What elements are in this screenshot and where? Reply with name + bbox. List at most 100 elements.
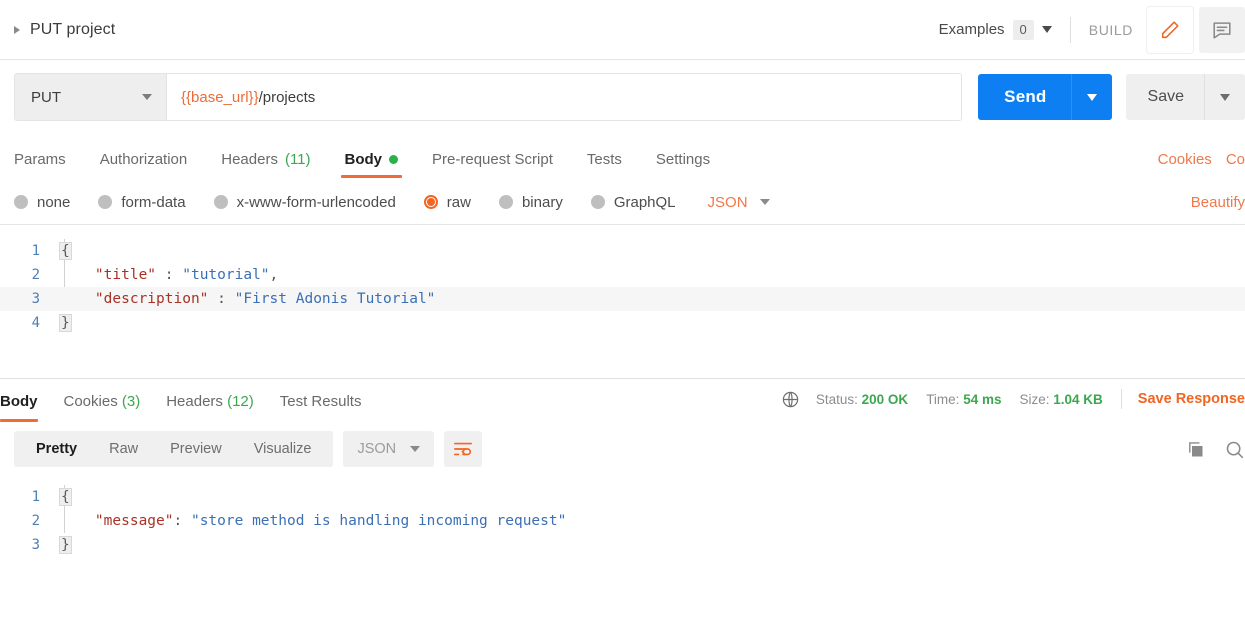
code-line: 1{ xyxy=(0,239,1245,263)
caret-right-icon[interactable] xyxy=(14,25,20,34)
code-token: : xyxy=(173,513,191,529)
code-token: } xyxy=(60,315,71,331)
examples-dropdown[interactable]: Examples 0 xyxy=(939,19,1052,40)
code-text: { xyxy=(52,243,71,259)
comment-icon xyxy=(1211,19,1233,41)
url-variable: {{base_url}} xyxy=(181,88,259,106)
status-metric: Status: 200 OK xyxy=(816,392,908,407)
response-tab-body[interactable]: Body xyxy=(0,381,38,422)
response-view-pretty[interactable]: Pretty xyxy=(20,431,93,467)
radio-label: binary xyxy=(521,193,563,211)
word-wrap-button[interactable] xyxy=(444,431,483,467)
chevron-down-icon[interactable] xyxy=(1041,26,1052,33)
code-token: { xyxy=(60,489,71,505)
chevron-down-icon[interactable] xyxy=(410,446,421,452)
code-line: 1{ xyxy=(0,485,1245,509)
code-token: { xyxy=(60,243,71,259)
response-tab-label: Headers xyxy=(166,392,223,410)
radio-icon[interactable] xyxy=(98,195,113,209)
tab-link-0[interactable]: Cookies xyxy=(1158,151,1212,168)
radio-icon[interactable] xyxy=(423,195,438,209)
tab-tests[interactable]: Tests xyxy=(587,151,622,178)
tab-label: Pre-request Script xyxy=(432,151,553,168)
body-type-x-www-form-urlencoded[interactable]: x-www-form-urlencoded xyxy=(213,193,396,211)
response-tab-headers[interactable]: Headers (12) xyxy=(166,381,254,422)
request-tab-links: Cookies Co xyxy=(1158,151,1245,168)
radio-icon[interactable] xyxy=(498,195,513,209)
time-label: Time: xyxy=(926,391,960,407)
tab-headers[interactable]: Headers (11) xyxy=(221,151,310,178)
request-body-editor[interactable]: 1{2 "title" : "tutorial", 3 "description"… xyxy=(0,224,1245,379)
radio-icon[interactable] xyxy=(213,195,228,209)
body-format-value: JSON xyxy=(707,193,748,211)
code-line: 4} xyxy=(0,311,1245,335)
tab-count: (11) xyxy=(284,151,311,168)
request-tabs: Params Authorization Headers (11) Body Pre-re… xyxy=(0,134,1245,178)
chevron-down-icon[interactable] xyxy=(142,94,152,100)
tab-body[interactable]: Body xyxy=(340,151,402,178)
save-button[interactable]: Save xyxy=(1125,74,1245,120)
method-url-group: PUT {{base_url}}/projects xyxy=(14,73,963,121)
word-wrap-icon xyxy=(453,440,473,458)
http-method-select[interactable]: PUT xyxy=(15,74,167,120)
tab-label: Tests xyxy=(586,151,622,168)
response-view-preview[interactable]: Preview xyxy=(154,431,238,467)
response-view-switcher: Pretty Raw Preview Visualize xyxy=(14,431,334,467)
code-token: "First Adonis Tutorial" xyxy=(234,291,436,307)
tab-params[interactable]: Params xyxy=(14,151,66,178)
radio-label: raw xyxy=(446,193,471,211)
tab-label: Authorization xyxy=(99,151,188,168)
http-method-value: PUT xyxy=(31,88,61,106)
radio-label: x-www-form-urlencoded xyxy=(236,193,396,211)
line-number: 3 xyxy=(31,537,40,553)
response-view-visualize[interactable]: Visualize xyxy=(238,431,328,467)
body-type-row: none form-data x-www-form-urlencoded raw bin… xyxy=(0,178,1245,224)
comments-button[interactable] xyxy=(1199,6,1245,53)
url-input[interactable]: {{base_url}}/projects xyxy=(167,74,962,120)
body-type-none[interactable]: none xyxy=(14,194,70,211)
beautify-button[interactable]: Beautify xyxy=(1191,194,1245,211)
response-tab-count: (3) xyxy=(117,392,141,410)
tab-settings[interactable]: Settings xyxy=(656,151,710,178)
page-title: PUT project xyxy=(30,20,116,38)
tab-label: Params xyxy=(14,151,66,168)
url-bar: PUT {{base_url}}/projects Send Save xyxy=(0,60,1245,134)
body-type-graphql[interactable]: GraphQL xyxy=(590,194,676,211)
send-options-button[interactable] xyxy=(1070,74,1112,120)
copy-icon[interactable] xyxy=(1185,439,1206,460)
code-line: 3 "description" : "First Adonis Tutorial… xyxy=(0,287,1245,311)
search-icon[interactable] xyxy=(1224,439,1245,460)
body-present-dot-icon xyxy=(389,155,399,164)
size-value: 1.04 KB xyxy=(1053,391,1103,407)
response-view-raw[interactable]: Raw xyxy=(93,431,154,467)
request-title-group[interactable]: PUT project xyxy=(14,21,115,39)
code-line: 2 "title" : "tutorial", xyxy=(0,263,1245,287)
body-format-select[interactable]: JSON xyxy=(708,194,770,211)
tab-pre-request-script[interactable]: Pre-request Script xyxy=(432,151,553,178)
tab-link-1[interactable]: Co xyxy=(1226,151,1245,168)
code-text: { xyxy=(52,489,71,505)
save-response-button[interactable]: Save Response xyxy=(1138,391,1245,407)
request-header-bar: PUT project Examples 0 BUILD xyxy=(0,0,1245,60)
chevron-down-icon[interactable] xyxy=(759,199,770,205)
response-body-viewer[interactable]: 1{2 "message": "store method is handling… xyxy=(0,475,1245,595)
send-button[interactable]: Send xyxy=(978,74,1112,120)
code-text: "title" : "tutorial", xyxy=(52,267,278,283)
tab-label: Settings xyxy=(655,151,711,168)
response-tab-cookies[interactable]: Cookies (3) xyxy=(64,381,141,422)
tab-authorization[interactable]: Authorization xyxy=(100,151,188,178)
pencil-icon xyxy=(1159,19,1181,41)
response-tab-test-results[interactable]: Test Results xyxy=(280,381,362,422)
edit-request-button[interactable] xyxy=(1147,6,1193,53)
response-format-select[interactable]: JSON xyxy=(343,431,435,467)
radio-icon[interactable] xyxy=(14,195,28,209)
body-type-binary[interactable]: binary xyxy=(498,193,563,211)
code-token: : xyxy=(156,267,183,283)
status-label: Status: xyxy=(815,391,858,407)
save-options-button[interactable] xyxy=(1204,74,1245,120)
body-type-form-data[interactable]: form-data xyxy=(98,194,186,211)
radio-icon[interactable] xyxy=(590,195,605,209)
body-type-raw[interactable]: raw xyxy=(423,193,471,211)
code-token: "store method is handling incoming reque… xyxy=(190,513,567,529)
